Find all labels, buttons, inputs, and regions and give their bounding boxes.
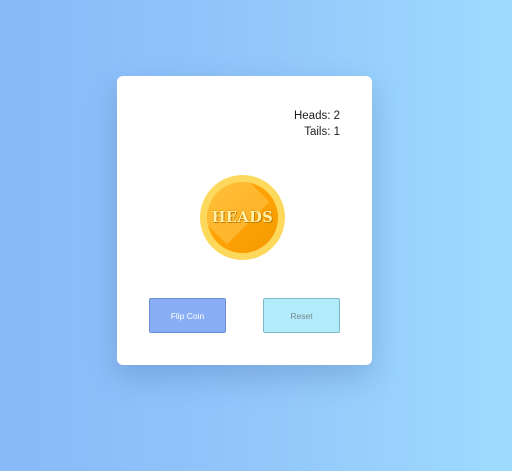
coin-flip-card: Heads: 2 Tails: 1 HEADS Flip Coin Reset — [117, 76, 372, 365]
flip-coin-button[interactable]: Flip Coin — [149, 298, 226, 333]
coin-face-label: HEADS — [211, 209, 274, 226]
heads-count: Heads: 2 — [293, 110, 340, 122]
coin-face: HEADS — [207, 182, 278, 253]
score-panel: Heads: 2 Tails: 1 — [294, 109, 340, 140]
coin-rim: HEADS — [200, 175, 285, 260]
tails-count: Tails: 1 — [304, 125, 340, 138]
reset-button[interactable]: Reset — [263, 298, 340, 333]
coin: HEADS — [200, 175, 285, 260]
